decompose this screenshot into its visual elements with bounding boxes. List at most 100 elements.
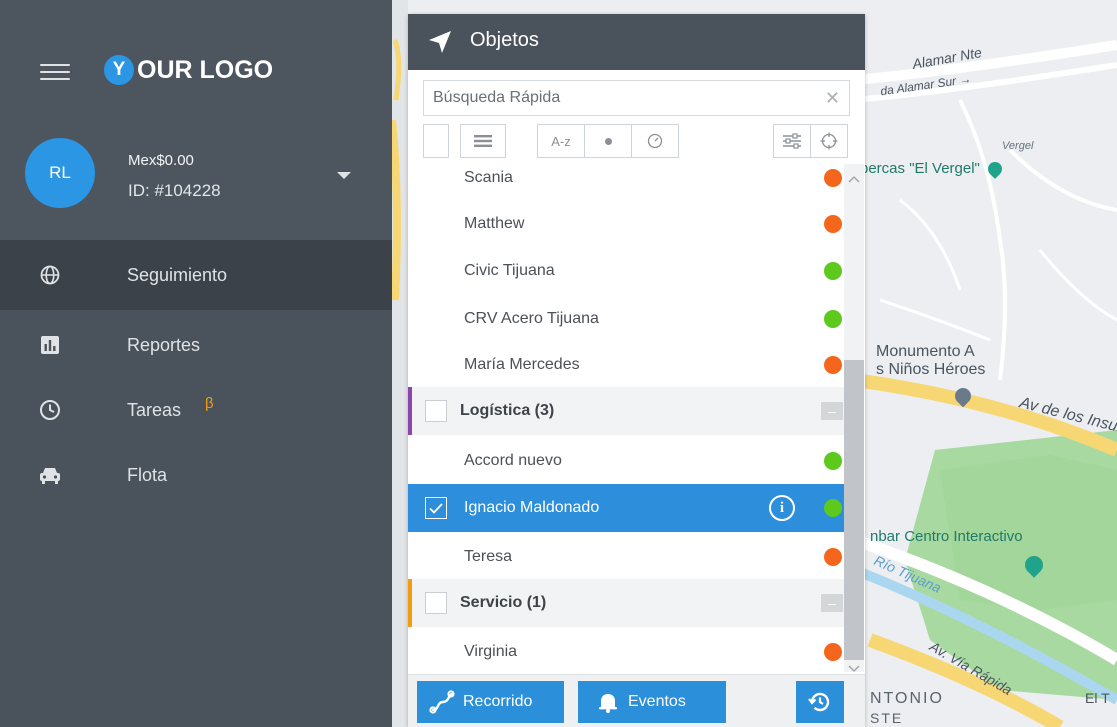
group-name: Logística (3) xyxy=(460,402,555,419)
sidebar-item-tareas[interactable]: Tareas β xyxy=(0,380,392,440)
scroll-up-icon[interactable] xyxy=(848,170,860,183)
list-item[interactable]: Matthew xyxy=(408,200,844,248)
scrollbar-thumb[interactable] xyxy=(844,360,864,660)
logo-mark: Y xyxy=(104,55,134,85)
search-box: ✕ xyxy=(423,80,850,116)
clear-search-icon[interactable]: ✕ xyxy=(825,89,840,107)
filter-status-button[interactable] xyxy=(584,124,632,158)
globe-icon xyxy=(39,264,61,286)
settings-sliders-button[interactable] xyxy=(773,124,811,158)
status-indicator xyxy=(824,452,842,470)
logo-text: OUR LOGO xyxy=(137,55,274,84)
map-label-centro-interactivo: nbar Centro Interactivo xyxy=(870,528,1023,545)
clock-icon xyxy=(39,399,61,421)
select-all-checkbox[interactable] xyxy=(423,124,449,158)
panel-toolbar: A-z xyxy=(423,124,850,158)
search-input[interactable] xyxy=(424,81,849,115)
objects-panel: Objetos ✕ A-z Scania Matthew xyxy=(408,14,865,727)
avatar[interactable]: RL xyxy=(25,138,95,208)
map-label-el-t: El T xyxy=(1085,690,1110,706)
sidebar-item-label: Flota xyxy=(127,464,168,485)
sidebar-item-label: Seguimiento xyxy=(127,264,228,285)
route-button[interactable]: Recorrido xyxy=(417,681,564,723)
sort-alpha-button[interactable]: A-z xyxy=(537,124,585,158)
group-color-bar xyxy=(408,387,412,435)
status-indicator xyxy=(824,169,842,187)
sidebar-item-seguimiento[interactable]: Seguimiento xyxy=(0,240,392,310)
list-scrollbar[interactable] xyxy=(844,164,864,672)
locate-button[interactable] xyxy=(810,124,848,158)
route-button-label: Recorrido xyxy=(463,693,533,710)
bar-chart-icon xyxy=(39,334,61,356)
sidebar-nav: Seguimiento Reportes Tareas β Flota xyxy=(0,240,392,510)
status-indicator xyxy=(824,262,842,280)
object-name: Matthew xyxy=(464,215,525,232)
sidebar-item-reportes[interactable]: Reportes xyxy=(0,310,392,380)
object-name: Civic Tijuana xyxy=(464,262,555,279)
filter-speed-button[interactable] xyxy=(631,124,679,158)
info-icon[interactable]: i xyxy=(769,495,795,521)
list-item[interactable]: CRV Acero Tijuana xyxy=(408,295,844,343)
sidebar-header: Y OUR LOGO RL Mex$0.00 ID: #104228 xyxy=(0,0,392,240)
list-view-button[interactable] xyxy=(460,124,506,158)
panel-footer: Recorrido Eventos xyxy=(408,674,865,727)
map-pin-icon xyxy=(985,159,1005,179)
object-name: Virginia xyxy=(464,643,518,660)
map-label-vergel: Vergel xyxy=(1002,140,1034,152)
panel-title: Objetos xyxy=(470,29,539,51)
group-name: Servicio (1) xyxy=(460,594,547,611)
status-indicator xyxy=(824,548,842,566)
object-name: María Mercedes xyxy=(464,356,580,373)
map-label-este: STE xyxy=(870,710,904,726)
list-item[interactable]: Scania xyxy=(408,164,844,202)
list-icon xyxy=(474,135,492,147)
events-button-label: Eventos xyxy=(628,693,686,710)
sidebar-item-label: Reportes xyxy=(127,334,201,355)
sliders-icon xyxy=(783,133,801,149)
list-item[interactable]: Civic Tijuana xyxy=(408,247,844,295)
object-name: Teresa xyxy=(464,548,513,565)
dot-icon xyxy=(604,137,612,145)
list-item[interactable]: Virginia xyxy=(408,628,844,674)
object-name: Accord nuevo xyxy=(464,452,562,469)
object-name: CRV Acero Tijuana xyxy=(464,310,599,327)
group-checkbox[interactable] xyxy=(425,400,447,422)
crosshair-icon xyxy=(820,132,838,150)
list-item[interactable]: María Mercedes xyxy=(408,341,844,389)
car-icon xyxy=(39,464,61,486)
status-indicator xyxy=(824,310,842,328)
list-item[interactable]: Accord nuevo xyxy=(408,437,844,485)
hamburger-menu-icon[interactable] xyxy=(40,64,70,84)
status-indicator xyxy=(824,356,842,374)
status-indicator xyxy=(824,643,842,661)
status-indicator xyxy=(824,215,842,233)
collapse-group-icon[interactable]: – xyxy=(821,594,843,612)
list-item[interactable]: Teresa xyxy=(408,533,844,581)
account-dropdown-caret-icon[interactable] xyxy=(337,172,351,179)
history-button[interactable] xyxy=(796,681,844,723)
map-label-poi-vergel: percas "El Vergel" xyxy=(860,159,1005,179)
navigation-arrow-icon xyxy=(427,29,453,60)
object-name: Scania xyxy=(464,169,513,186)
bell-icon xyxy=(599,694,617,713)
group-header-logistica[interactable]: Logística (3) – xyxy=(408,387,844,435)
speedometer-icon xyxy=(647,133,663,149)
collapse-group-icon[interactable]: – xyxy=(821,402,843,420)
object-list: Scania Matthew Civic Tijuana CRV Acero T… xyxy=(408,164,865,674)
account-id: ID: #104228 xyxy=(128,181,221,200)
group-header-servicio[interactable]: Servicio (1) – xyxy=(408,579,844,627)
sidebar-item-label: Tareas xyxy=(127,399,182,420)
group-color-bar xyxy=(408,579,412,627)
panel-header: Objetos xyxy=(408,14,865,70)
beta-badge: β xyxy=(205,395,214,412)
checked-checkbox[interactable] xyxy=(425,497,447,519)
status-indicator xyxy=(824,499,842,517)
route-icon xyxy=(429,690,455,714)
list-item-selected[interactable]: Ignacio Maldonado i xyxy=(408,484,844,532)
events-button[interactable]: Eventos xyxy=(578,681,726,723)
sidebar-item-flota[interactable]: Flota xyxy=(0,440,392,510)
map-label-monumento: Monumento A s Niños Héroes xyxy=(876,343,986,378)
group-checkbox[interactable] xyxy=(425,592,447,614)
scroll-down-icon[interactable] xyxy=(848,660,860,672)
logo[interactable]: Y OUR LOGO xyxy=(104,55,273,85)
